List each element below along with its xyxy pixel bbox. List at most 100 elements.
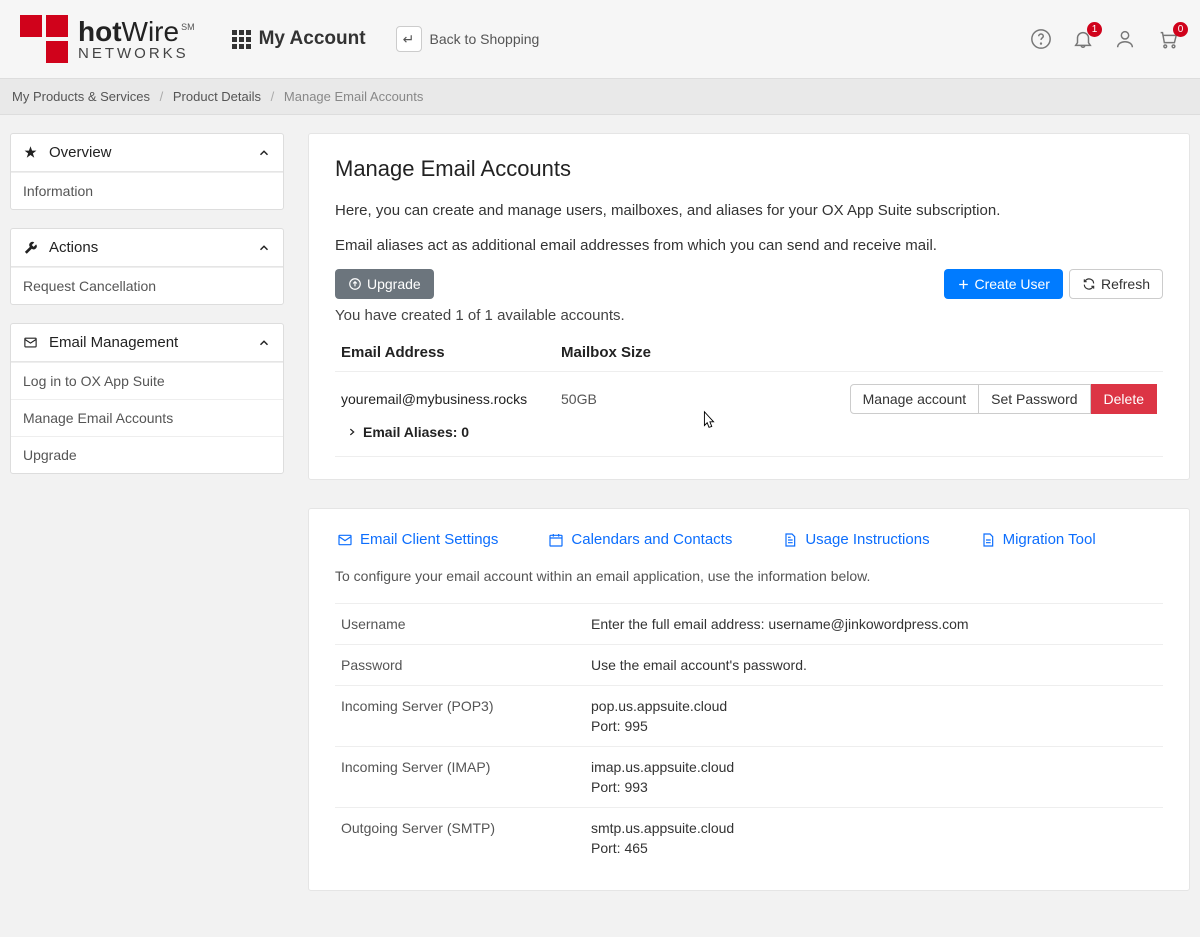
settings-label: Username — [341, 616, 591, 632]
settings-value: pop.us.appsuite.cloudPort: 995 — [591, 698, 1157, 734]
aliases-label: Email Aliases: 0 — [363, 424, 469, 440]
breadcrumb-products[interactable]: My Products & Services — [12, 89, 150, 104]
col-email: Email Address — [341, 344, 561, 361]
document-icon — [782, 532, 798, 548]
sidebar-item-cancel[interactable]: Request Cancellation — [11, 267, 283, 304]
settings-row-password: Password Use the email account's passwor… — [335, 644, 1163, 685]
create-user-button[interactable]: Create User — [944, 269, 1063, 299]
breadcrumb-details[interactable]: Product Details — [173, 89, 261, 104]
create-user-label: Create User — [975, 276, 1050, 292]
set-password-button[interactable]: Set Password — [979, 384, 1090, 414]
row-size: 50GB — [561, 391, 850, 407]
chevron-up-icon — [257, 336, 271, 350]
refresh-icon — [1082, 277, 1096, 291]
table-row: youremail@mybusiness.rocks 50GB Manage a… — [335, 372, 1163, 457]
calendar-icon — [548, 532, 564, 548]
upgrade-icon — [348, 277, 362, 291]
plus-icon — [957, 278, 970, 291]
accounts-table: Email Address Mailbox Size youremail@myb… — [335, 334, 1163, 457]
breadcrumb-current: Manage Email Accounts — [284, 89, 423, 104]
sidebar-item-login-ox[interactable]: Log in to OX App Suite — [11, 362, 283, 399]
settings-row-pop3: Incoming Server (POP3) pop.us.appsuite.c… — [335, 685, 1163, 746]
sidebar-item-information[interactable]: Information — [11, 172, 283, 209]
user-icon[interactable] — [1114, 28, 1136, 50]
cursor-icon — [698, 408, 720, 432]
envelope-icon — [23, 335, 41, 350]
logo[interactable]: hotWireSM NETWORKS — [20, 15, 195, 63]
chevron-right-icon — [347, 427, 357, 437]
settings-row-username: Username Enter the full email address: u… — [335, 603, 1163, 644]
star-icon — [23, 145, 41, 160]
tab-usage-label: Usage Instructions — [805, 531, 929, 548]
settings-value: smtp.us.appsuite.cloudPort: 465 — [591, 820, 1157, 856]
logo-text-wire: Wire — [122, 16, 180, 47]
panel-email: Email Management Log in to OX App Suite … — [10, 323, 284, 474]
my-account-link[interactable]: My Account — [232, 28, 366, 50]
intro-text-2: Email aliases act as additional email ad… — [335, 235, 1163, 258]
tab-email-client[interactable]: Email Client Settings — [337, 531, 498, 548]
logo-icon — [20, 15, 68, 63]
document-icon — [980, 532, 996, 548]
sidebar-item-manage-email[interactable]: Manage Email Accounts — [11, 399, 283, 436]
logo-sm: SM — [181, 22, 195, 32]
panel-actions: Actions Request Cancellation — [10, 228, 284, 305]
panel-actions-header[interactable]: Actions — [11, 229, 283, 267]
manage-email-card: Manage Email Accounts Here, you can crea… — [308, 133, 1190, 480]
refresh-button[interactable]: Refresh — [1069, 269, 1163, 299]
my-account-label: My Account — [259, 28, 366, 50]
tab-usage[interactable]: Usage Instructions — [782, 531, 929, 548]
panel-email-title: Email Management — [49, 334, 178, 351]
settings-label: Outgoing Server (SMTP) — [341, 820, 591, 856]
tab-migration-label: Migration Tool — [1003, 531, 1096, 548]
panel-actions-title: Actions — [49, 239, 98, 256]
header: hotWireSM NETWORKS My Account ↵ Back to … — [0, 0, 1200, 78]
sidebar-item-upgrade[interactable]: Upgrade — [11, 436, 283, 473]
settings-table: Username Enter the full email address: u… — [335, 603, 1163, 868]
back-arrow-icon[interactable]: ↵ — [396, 26, 422, 52]
tab-email-client-label: Email Client Settings — [360, 531, 498, 548]
notifications-icon[interactable]: 1 — [1072, 28, 1094, 50]
breadcrumb: My Products & Services / Product Details… — [0, 78, 1200, 115]
cart-badge: 0 — [1173, 22, 1188, 37]
manage-account-button[interactable]: Manage account — [850, 384, 980, 414]
settings-label: Incoming Server (IMAP) — [341, 759, 591, 795]
notifications-badge: 1 — [1087, 22, 1102, 37]
chevron-up-icon — [257, 241, 271, 255]
panel-overview-header[interactable]: Overview — [11, 134, 283, 172]
tab-migration[interactable]: Migration Tool — [980, 531, 1096, 548]
cart-icon[interactable]: 0 — [1156, 28, 1180, 50]
envelope-icon — [337, 532, 353, 548]
settings-card: Email Client Settings Calendars and Cont… — [308, 508, 1190, 891]
tab-calendars[interactable]: Calendars and Contacts — [548, 531, 732, 548]
row-email: youremail@mybusiness.rocks — [341, 391, 561, 407]
settings-label: Incoming Server (POP3) — [341, 698, 591, 734]
panel-overview-title: Overview — [49, 144, 112, 161]
chevron-up-icon — [257, 146, 271, 160]
intro-text-1: Here, you can create and manage users, m… — [335, 200, 1163, 223]
refresh-label: Refresh — [1101, 276, 1150, 292]
sidebar: Overview Information Actions Request Can… — [10, 133, 284, 492]
panel-overview: Overview Information — [10, 133, 284, 210]
settings-value: imap.us.appsuite.cloudPort: 993 — [591, 759, 1157, 795]
back-to-shopping[interactable]: ↵ Back to Shopping — [396, 26, 540, 52]
tab-calendars-label: Calendars and Contacts — [571, 531, 732, 548]
accounts-count-text: You have created 1 of 1 available accoun… — [335, 307, 1163, 324]
settings-value: Use the email account's password. — [591, 657, 1157, 673]
help-icon[interactable] — [1030, 28, 1052, 50]
wrench-icon — [23, 240, 41, 255]
settings-row-imap: Incoming Server (IMAP) imap.us.appsuite.… — [335, 746, 1163, 807]
settings-desc: To configure your email account within a… — [335, 566, 1163, 587]
logo-text-hot: hot — [78, 16, 122, 47]
panel-email-header[interactable]: Email Management — [11, 324, 283, 362]
settings-tabs: Email Client Settings Calendars and Cont… — [335, 531, 1163, 562]
upgrade-button[interactable]: Upgrade — [335, 269, 434, 299]
logo-subtitle: NETWORKS — [78, 46, 195, 61]
main-content: Manage Email Accounts Here, you can crea… — [308, 133, 1190, 919]
settings-label: Password — [341, 657, 591, 673]
back-to-shopping-label: Back to Shopping — [430, 31, 540, 47]
apps-grid-icon — [232, 30, 251, 49]
settings-value: Enter the full email address: username@j… — [591, 616, 1157, 632]
email-aliases-toggle[interactable]: Email Aliases: 0 — [341, 424, 1157, 440]
delete-button[interactable]: Delete — [1091, 384, 1157, 414]
settings-row-smtp: Outgoing Server (SMTP) smtp.us.appsuite.… — [335, 807, 1163, 868]
